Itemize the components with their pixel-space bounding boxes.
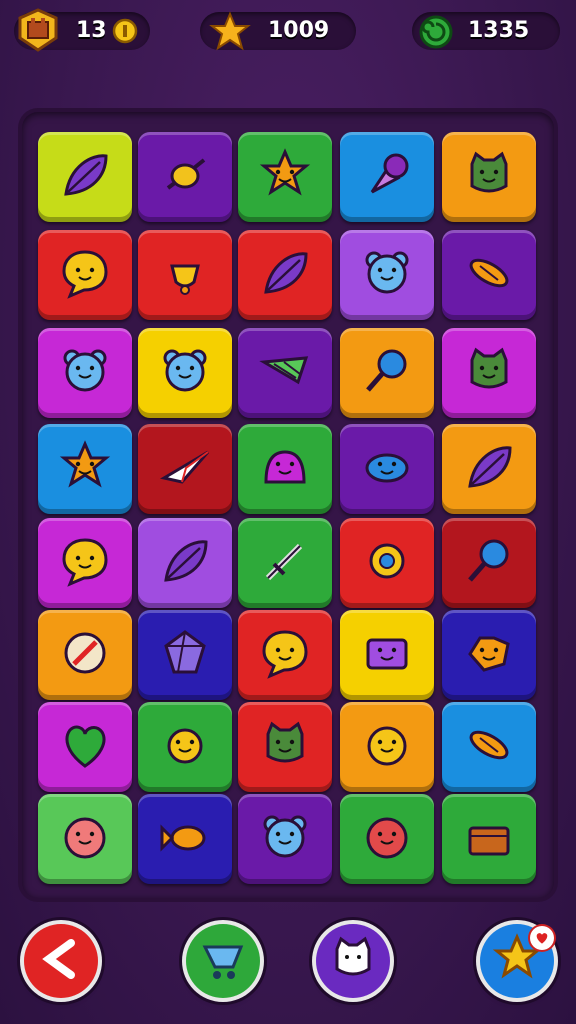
- bear-face-icon: [358, 244, 416, 306]
- level-count: 13: [76, 18, 107, 43]
- game-board: [22, 112, 554, 898]
- coin-icon: [112, 18, 138, 44]
- gem-counter[interactable]: 1335: [412, 12, 560, 50]
- leaf-icon: [460, 438, 518, 500]
- board-tile[interactable]: [340, 794, 434, 884]
- chat-bubble-icon: [56, 244, 114, 306]
- treasure-chest-icon: [460, 808, 518, 870]
- board-tile[interactable]: [38, 132, 132, 222]
- cat-face-icon: [460, 146, 518, 208]
- board-tile[interactable]: [138, 610, 232, 700]
- chat-bubble-icon: [256, 624, 314, 686]
- board-tile[interactable]: [340, 702, 434, 792]
- board-tile[interactable]: [442, 230, 536, 320]
- cloud-face-icon: [358, 438, 416, 500]
- cat-face-icon: [256, 716, 314, 778]
- fish-icon: [156, 808, 214, 870]
- board-tile[interactable]: [238, 424, 332, 514]
- board-tile[interactable]: [138, 230, 232, 320]
- board-tile[interactable]: [38, 518, 132, 608]
- bear-face-icon: [56, 342, 114, 404]
- ice-cream-icon: [358, 146, 416, 208]
- star-face-icon: [56, 438, 114, 500]
- board-tile[interactable]: [138, 328, 232, 418]
- spiky-fish-icon: [460, 624, 518, 686]
- board-tile[interactable]: [442, 610, 536, 700]
- box-creature-icon: [358, 624, 416, 686]
- board-tile[interactable]: [138, 794, 232, 884]
- shop-button[interactable]: [186, 924, 260, 998]
- gem-icon: [156, 624, 214, 686]
- heart-notification-icon: [530, 926, 554, 950]
- leaf-icon: [256, 244, 314, 306]
- board-tile[interactable]: [238, 518, 332, 608]
- circle-leaf-icon: [56, 624, 114, 686]
- castle-badge-icon: [16, 8, 60, 52]
- smiley-icon: [358, 716, 416, 778]
- gear-face-icon: [358, 808, 416, 870]
- top-hud: 13 1009 1335: [14, 8, 562, 52]
- board-tile[interactable]: [340, 610, 434, 700]
- board-tile[interactable]: [442, 328, 536, 418]
- dome-creature-icon: [256, 438, 314, 500]
- board-tile[interactable]: [238, 328, 332, 418]
- sun-face-icon: [156, 716, 214, 778]
- board-tile[interactable]: [38, 610, 132, 700]
- board-tile[interactable]: [138, 132, 232, 222]
- cat-face-icon: [460, 342, 518, 404]
- board-tile[interactable]: [38, 794, 132, 884]
- board-tile[interactable]: [442, 132, 536, 222]
- wrapped-candy-icon: [460, 716, 518, 778]
- lollipop-icon: [358, 342, 416, 404]
- back-button[interactable]: [24, 924, 98, 998]
- board-tile[interactable]: [238, 702, 332, 792]
- heart-leaf-icon: [56, 716, 114, 778]
- star-counter[interactable]: 1009: [200, 11, 356, 51]
- gem-count: 1335: [468, 18, 530, 43]
- pet-button[interactable]: [316, 924, 390, 998]
- board-tile[interactable]: [38, 328, 132, 418]
- star-icon: [208, 10, 252, 54]
- board-tile[interactable]: [442, 702, 536, 792]
- board-tile[interactable]: [442, 424, 536, 514]
- level-counter[interactable]: 13: [14, 8, 150, 52]
- board-tile[interactable]: [38, 702, 132, 792]
- board-tile[interactable]: [138, 702, 232, 792]
- board-tile[interactable]: [340, 518, 434, 608]
- board-tile[interactable]: [442, 518, 536, 608]
- board-tile[interactable]: [340, 230, 434, 320]
- lollipop-icon: [460, 532, 518, 594]
- board-tile[interactable]: [340, 424, 434, 514]
- bell-icon: [156, 244, 214, 306]
- wrapped-candy-icon: [460, 244, 518, 306]
- swirl-gem-icon: [414, 10, 458, 54]
- chat-bubble-icon: [56, 532, 114, 594]
- candy-icon: [156, 146, 214, 208]
- board-tile[interactable]: [238, 794, 332, 884]
- board-tile[interactable]: [238, 230, 332, 320]
- board-tile[interactable]: [138, 518, 232, 608]
- leaf-slice-icon: [256, 342, 314, 404]
- board-tile[interactable]: [340, 328, 434, 418]
- board-tile[interactable]: [340, 132, 434, 222]
- board-tile[interactable]: [238, 610, 332, 700]
- sword-icon: [256, 532, 314, 594]
- board-tile[interactable]: [442, 794, 536, 884]
- paper-plane-icon: [156, 438, 214, 500]
- cat-face-icon: [327, 933, 379, 989]
- star-face-icon: [256, 146, 314, 208]
- board-tile[interactable]: [38, 230, 132, 320]
- board-tile[interactable]: [238, 132, 332, 222]
- back-arrow-icon: [35, 933, 87, 989]
- bear-face-icon: [256, 808, 314, 870]
- leaf-icon: [56, 146, 114, 208]
- sun-gear-icon: [358, 532, 416, 594]
- bear-face-icon: [156, 342, 214, 404]
- leaf-icon: [156, 532, 214, 594]
- star-count: 1009: [268, 18, 330, 43]
- blob-face-icon: [56, 808, 114, 870]
- board-tile[interactable]: [38, 424, 132, 514]
- cart-icon: [197, 933, 249, 989]
- board-tile[interactable]: [138, 424, 232, 514]
